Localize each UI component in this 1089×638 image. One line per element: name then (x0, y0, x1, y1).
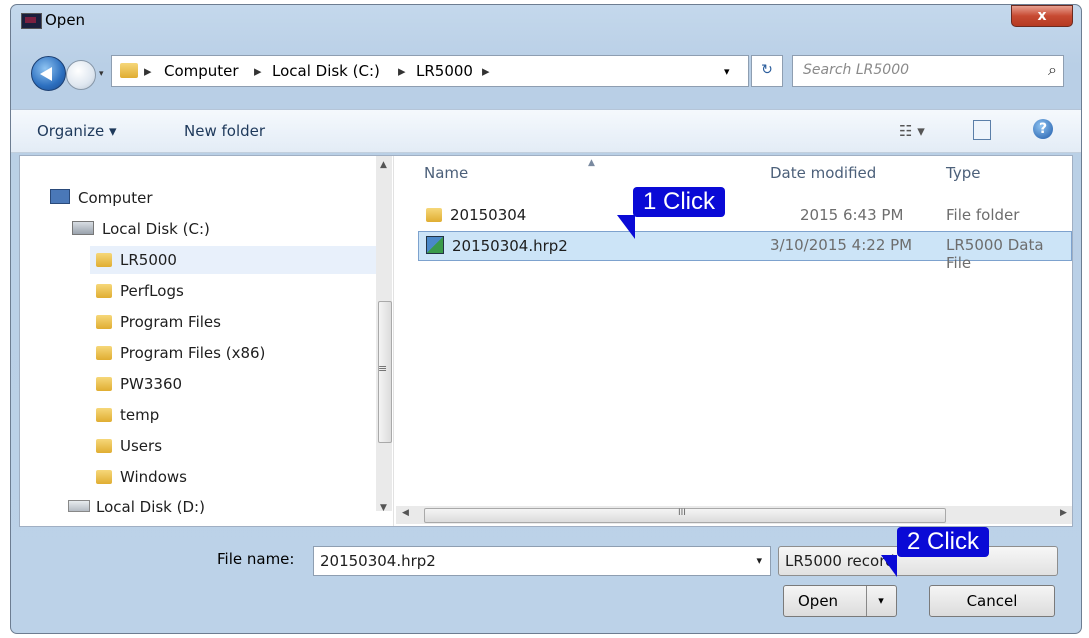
breadcrumb-separator: ▸ (482, 62, 490, 80)
tree-label: Local Disk (C:) (102, 220, 210, 238)
folder-icon (120, 63, 138, 78)
breadcrumb-separator: ▸ (254, 62, 262, 80)
organize-button[interactable]: Organize ▾ (37, 122, 117, 140)
search-placeholder: Search LR5000 (803, 62, 910, 78)
folder-icon (96, 315, 112, 329)
tree-item-computer[interactable]: Computer (50, 189, 153, 207)
file-type-value: LR5000 record (785, 552, 895, 570)
scroll-right-icon[interactable]: ▶ (1060, 508, 1067, 518)
tree-label: LR5000 (120, 251, 177, 269)
callout-step-2: 2 Click (897, 527, 990, 557)
tree-label: Users (120, 437, 163, 455)
forward-button[interactable] (66, 60, 96, 90)
tree-label: Program Files (x86) (120, 344, 266, 362)
callout-pointer (617, 215, 635, 239)
tree-label: Windows (120, 468, 187, 486)
tree-item-users[interactable]: Users (96, 437, 162, 455)
file-row-folder[interactable]: 20150304 (426, 206, 526, 224)
new-folder-button[interactable]: New folder (184, 122, 265, 140)
browser-pane: Computer Local Disk (C:) LR5000 PerfLogs… (19, 155, 1073, 527)
view-options-icon[interactable]: ☷ ▾ (899, 122, 925, 140)
tree-label: Computer (78, 189, 153, 207)
file-name: 20150304 (450, 206, 527, 224)
tree-label: Program Files (120, 313, 221, 331)
callout-pointer (881, 555, 897, 577)
scroll-left-icon[interactable]: ◀ (402, 508, 409, 518)
breadcrumb-computer[interactable]: Computer (164, 62, 239, 80)
folder-icon (96, 284, 112, 298)
computer-icon (50, 189, 70, 204)
file-type: LR5000 Data File (946, 236, 1044, 272)
folder-icon (96, 470, 112, 484)
file-type: File folder (946, 206, 1020, 224)
file-row-hrp2[interactable]: 20150304.hrp2 (426, 236, 568, 255)
tree-item-perflogs[interactable]: PerfLogs (96, 282, 184, 300)
file-name-value: 20150304.hrp2 (320, 552, 436, 570)
file-date: 2015 6:43 PM (800, 206, 904, 224)
callout-step-1: 1 Click (633, 187, 726, 217)
scroll-grip-icon: III (678, 508, 686, 518)
address-dropdown-icon[interactable]: ▾ (724, 65, 730, 78)
preview-pane-icon[interactable] (973, 120, 991, 140)
column-header-type[interactable]: Type (946, 164, 980, 182)
search-icon[interactable]: ⌕ (1048, 60, 1057, 80)
open-dialog: Open x ▾ ▸ Computer ▸ Local Disk (C:) ▸ … (10, 4, 1082, 634)
file-name-label: File name: (217, 550, 295, 568)
tree-item-windows[interactable]: Windows (96, 468, 187, 486)
tree-item-temp[interactable]: temp (96, 406, 159, 424)
folder-icon (96, 408, 112, 422)
tree-label: PW3360 (120, 375, 183, 393)
app-icon (21, 13, 42, 29)
data-file-icon (426, 236, 444, 254)
scroll-grip-icon: ≡ (378, 362, 388, 375)
navigation-tree: Computer Local Disk (C:) LR5000 PerfLogs… (20, 156, 392, 526)
tree-item-pw3360[interactable]: PW3360 (96, 375, 182, 393)
column-header-name[interactable]: Name (424, 164, 468, 182)
file-name-dropdown-icon[interactable]: ▾ (756, 554, 762, 567)
tree-item-lr5000[interactable]: LR5000 (96, 251, 177, 269)
file-name-input[interactable]: 20150304.hrp2 ▾ (313, 546, 771, 576)
tree-label: PerfLogs (120, 282, 184, 300)
tree-item-program-files-x86[interactable]: Program Files (x86) (96, 344, 265, 362)
file-name: 20150304.hrp2 (452, 237, 568, 255)
search-box[interactable]: Search LR5000 ⌕ (792, 55, 1064, 87)
toolbar: Organize ▾ New folder ☷ ▾ ? (11, 109, 1081, 153)
sort-indicator-icon: ▲ (588, 158, 595, 168)
breadcrumb-lr5000[interactable]: LR5000 (416, 62, 473, 80)
help-icon[interactable]: ? (1033, 119, 1053, 139)
folder-icon (96, 439, 112, 453)
open-button[interactable]: Open ▾ (783, 585, 897, 617)
folder-icon (426, 208, 442, 222)
refresh-button[interactable]: ↻ (751, 55, 783, 87)
drive-icon (72, 221, 94, 235)
tree-item-program-files[interactable]: Program Files (96, 313, 221, 331)
breadcrumb-separator: ▸ (398, 62, 406, 80)
scroll-up-icon[interactable]: ▲ (380, 160, 387, 170)
tree-item-local-disk-c[interactable]: Local Disk (C:) (72, 220, 210, 238)
breadcrumb-local-disk-c[interactable]: Local Disk (C:) (272, 62, 380, 80)
drive-icon (68, 500, 90, 512)
close-button[interactable]: x (1011, 5, 1073, 27)
pane-divider[interactable] (393, 156, 394, 526)
tree-label: temp (120, 406, 160, 424)
file-date: 3/10/2015 4:22 PM (770, 236, 913, 254)
window-title: Open (45, 11, 86, 29)
folder-icon (96, 253, 112, 267)
tree-item-local-disk-d[interactable]: Local Disk (D:) (68, 498, 205, 516)
column-header-date[interactable]: Date modified (770, 164, 876, 182)
cancel-button[interactable]: Cancel (929, 585, 1055, 617)
back-button[interactable] (31, 56, 66, 91)
breadcrumb-separator: ▸ (144, 62, 152, 80)
folder-icon (96, 346, 112, 360)
open-dropdown-icon[interactable]: ▾ (866, 586, 895, 616)
open-button-label: Open (798, 592, 839, 610)
history-dropdown-icon[interactable]: ▾ (99, 69, 104, 79)
scroll-down-icon[interactable]: ▼ (380, 503, 387, 513)
address-bar[interactable]: ▸ Computer ▸ Local Disk (C:) ▸ LR5000 ▸ … (111, 55, 749, 87)
tree-label: Local Disk (D:) (96, 498, 205, 516)
folder-icon (96, 377, 112, 391)
